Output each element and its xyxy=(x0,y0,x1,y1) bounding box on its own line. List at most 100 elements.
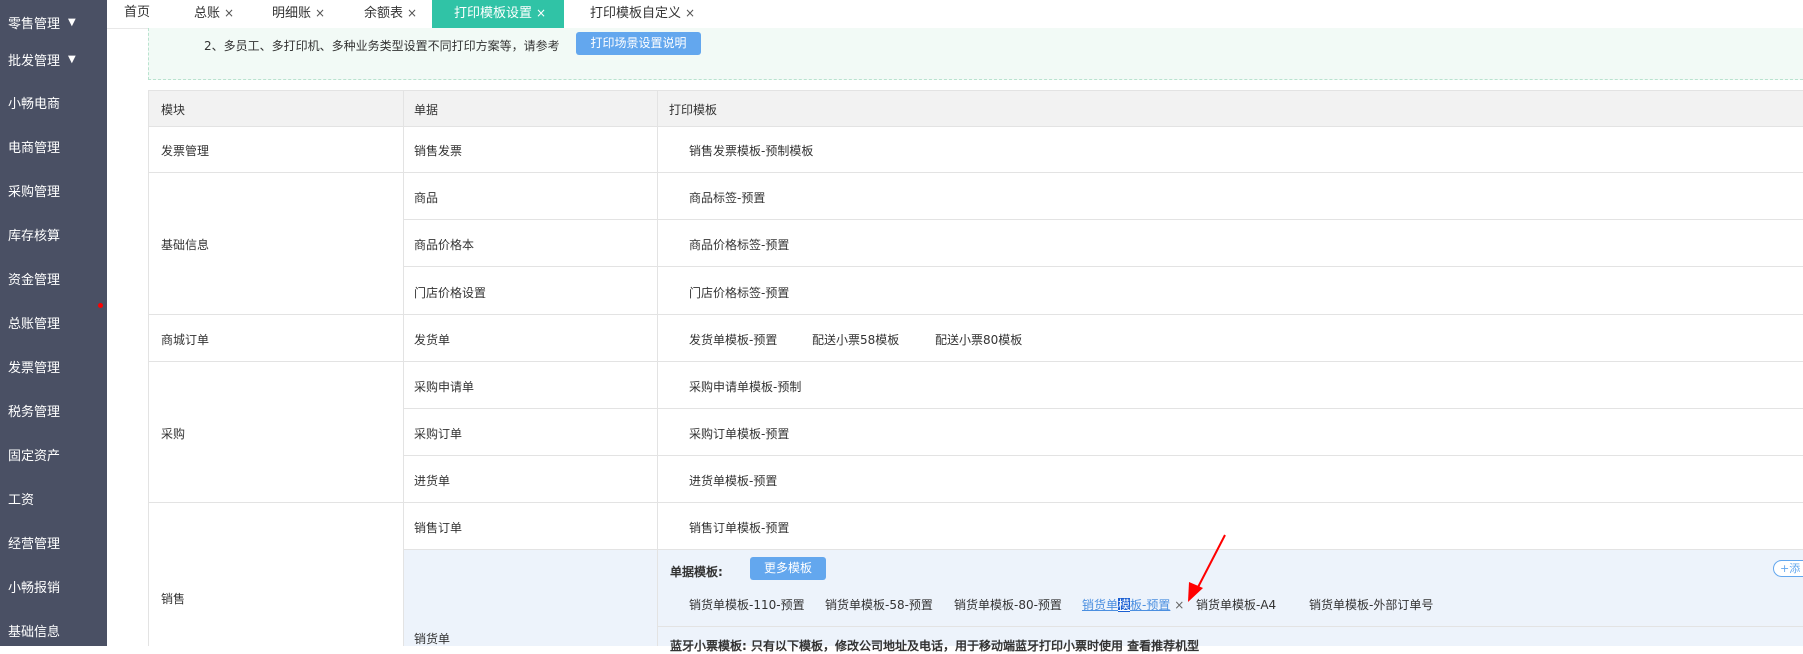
more-templates-button[interactable]: 更多模板 xyxy=(750,557,826,580)
column-divider xyxy=(403,90,404,646)
module-purchase: 采购 xyxy=(161,427,186,441)
sidebar-item-ledger[interactable]: 总账管理 xyxy=(0,300,107,344)
sidebar-item-funds[interactable]: 资金管理 xyxy=(0,256,107,300)
row-divider xyxy=(149,172,1803,173)
row-divider xyxy=(403,455,1803,456)
doc-purchase-order: 采购订单 xyxy=(414,427,463,441)
tab-print-template-custom[interactable]: 打印模板自定义 × xyxy=(590,0,695,28)
sidebar-item-tax[interactable]: 税务管理 xyxy=(0,388,107,432)
close-icon[interactable]: × xyxy=(315,6,325,20)
column-divider xyxy=(657,90,658,646)
sidebar-item-salary[interactable]: 工资 xyxy=(0,476,107,520)
sidebar-item-purchase[interactable]: 采购管理 xyxy=(0,168,107,212)
module-invoice: 发票管理 xyxy=(161,144,210,158)
sidebar-item-ecommerce[interactable]: 电商管理 xyxy=(0,124,107,168)
header-document: 单据 xyxy=(414,103,439,117)
doc-store-price: 门店价格设置 xyxy=(414,286,487,300)
sidebar-item-label: 小畅报销 xyxy=(8,580,61,596)
doc-sales-invoice: 销售发票 xyxy=(414,144,463,158)
template-link[interactable]: 采购申请单模板-预制 xyxy=(689,378,801,395)
sidebar: 零售管理 ▼ 批发管理 ▼ 小畅电商 电商管理 采购管理 库存核算 资金管理 总账管… xyxy=(0,0,107,646)
template-link[interactable]: 销货单模板-80-预置 xyxy=(954,596,1062,613)
chevron-down-icon: ▼ xyxy=(68,53,76,65)
close-icon[interactable]: × xyxy=(536,6,546,20)
tab-bar: 首页 总账 × 明细账 × 余额表 × 打印模板设置 × 打印模板自定义 × xyxy=(107,0,1803,29)
header-module: 模块 xyxy=(161,103,186,117)
row-divider xyxy=(403,408,1803,409)
sidebar-item-label: 小畅电商 xyxy=(8,96,61,112)
sidebar-item-label: 总账管理 xyxy=(8,316,61,332)
sidebar-item-wholesale[interactable]: 批发管理 ▼ xyxy=(0,37,107,81)
row-divider xyxy=(657,626,1803,627)
row-divider xyxy=(403,549,1803,550)
header-template: 打印模板 xyxy=(669,103,718,117)
sidebar-item-inventory[interactable]: 库存核算 xyxy=(0,212,107,256)
row-divider xyxy=(149,314,1803,315)
module-sales: 销售 xyxy=(161,592,186,606)
template-link[interactable]: 销货单模板-110-预置 xyxy=(689,596,805,613)
template-link[interactable]: 销货单模板-外部订单号 xyxy=(1309,596,1433,613)
sidebar-item-label: 基础信息 xyxy=(8,624,61,640)
template-link[interactable]: 销售订单模板-预置 xyxy=(689,519,789,536)
sidebar-item-label: 电商管理 xyxy=(8,140,61,156)
row-divider xyxy=(403,219,1803,220)
tab-print-template-settings[interactable]: 打印模板设置 × xyxy=(432,0,564,28)
template-link[interactable]: 进货单模板-预置 xyxy=(689,472,777,489)
template-link[interactable]: 发货单模板-预置 xyxy=(689,331,777,348)
annotation-arrow-icon xyxy=(1188,534,1226,602)
sidebar-item-xc-ecommerce[interactable]: 小畅电商 xyxy=(0,80,107,124)
sidebar-item-label: 库存核算 xyxy=(8,228,61,244)
selected-template[interactable]: 销货单模板-预置 × xyxy=(1082,596,1184,613)
tab-label: 明细账 xyxy=(272,6,312,21)
tab-label: 首页 xyxy=(124,5,151,20)
template-link[interactable]: 商品标签-预置 xyxy=(689,189,765,206)
doc-price-book: 商品价格本 xyxy=(414,238,475,252)
sidebar-item-label: 固定资产 xyxy=(8,448,61,464)
chevron-down-icon: ▼ xyxy=(68,16,76,28)
sidebar-item-label: 零售管理 xyxy=(8,16,61,32)
sidebar-item-fixed-assets[interactable]: 固定资产 xyxy=(0,432,107,476)
module-basic-info: 基础信息 xyxy=(161,238,210,252)
tab-home[interactable]: 首页 xyxy=(124,0,150,28)
row-divider xyxy=(403,266,1803,267)
sidebar-item-label: 税务管理 xyxy=(8,404,61,420)
sidebar-item-operations[interactable]: 经营管理 xyxy=(0,520,107,564)
doc-sales-order: 销售订单 xyxy=(414,521,463,535)
sidebar-item-invoice[interactable]: 发票管理 xyxy=(0,344,107,388)
module-mall-orders: 商城订单 xyxy=(161,333,210,347)
print-template-table: 模块 单据 打印模板 发票管理 基础信息 商城订单 采购 销售 销售发票 商品 … xyxy=(148,90,1803,653)
tab-label: 打印模板设置 xyxy=(454,6,533,21)
tab-general-ledger[interactable]: 总账 × xyxy=(194,0,234,28)
sidebar-item-label: 发票管理 xyxy=(8,360,61,376)
notice-box: 2、多员工、多打印机、多种业务类型设置不同打印方案等，请参考 打印场景设置说明 xyxy=(148,28,1803,80)
template-link[interactable]: 销货单模板-58-预置 xyxy=(825,596,933,613)
sidebar-item-label: 经营管理 xyxy=(8,536,61,552)
doc-goods: 商品 xyxy=(414,191,439,205)
sidebar-item-basic-info[interactable]: 基础信息 xyxy=(0,608,107,652)
row-divider xyxy=(149,361,1803,362)
tab-label: 打印模板自定义 xyxy=(590,6,682,21)
template-link[interactable]: 采购订单模板-预置 xyxy=(689,425,789,442)
tab-balance[interactable]: 余额表 × xyxy=(364,0,417,28)
template-link[interactable]: 配送小票80模板 xyxy=(935,331,1022,348)
template-link[interactable]: 商品价格标签-预置 xyxy=(689,236,789,253)
tab-detail-ledger[interactable]: 明细账 × xyxy=(272,0,325,28)
close-icon[interactable]: × xyxy=(407,6,417,20)
sidebar-item-label: 采购管理 xyxy=(8,184,61,200)
template-link[interactable]: 配送小票58模板 xyxy=(812,331,899,348)
sales-slip-template-label: 单据模板: xyxy=(670,565,723,579)
notice-text: 2、多员工、多打印机、多种业务类型设置不同打印方案等，请参考 xyxy=(204,39,560,53)
notification-dot xyxy=(98,303,103,308)
sidebar-item-expense[interactable]: 小畅报销 xyxy=(0,564,107,608)
template-link[interactable]: 门店价格标签-预置 xyxy=(689,284,789,301)
close-icon[interactable]: × xyxy=(224,6,234,20)
sidebar-item-label: 工资 xyxy=(8,492,35,508)
selected-template-suffix: 板-预置 xyxy=(1130,598,1171,612)
print-scene-help-button[interactable]: 打印场景设置说明 xyxy=(576,32,701,55)
tab-label: 总账 xyxy=(194,6,221,21)
tab-label: 余额表 xyxy=(364,6,404,21)
add-template-button[interactable]: +添 xyxy=(1773,560,1803,577)
close-icon[interactable]: × xyxy=(685,6,695,20)
template-link[interactable]: 销售发票模板-预制模板 xyxy=(689,142,813,159)
sidebar-item-label: 资金管理 xyxy=(8,272,61,288)
